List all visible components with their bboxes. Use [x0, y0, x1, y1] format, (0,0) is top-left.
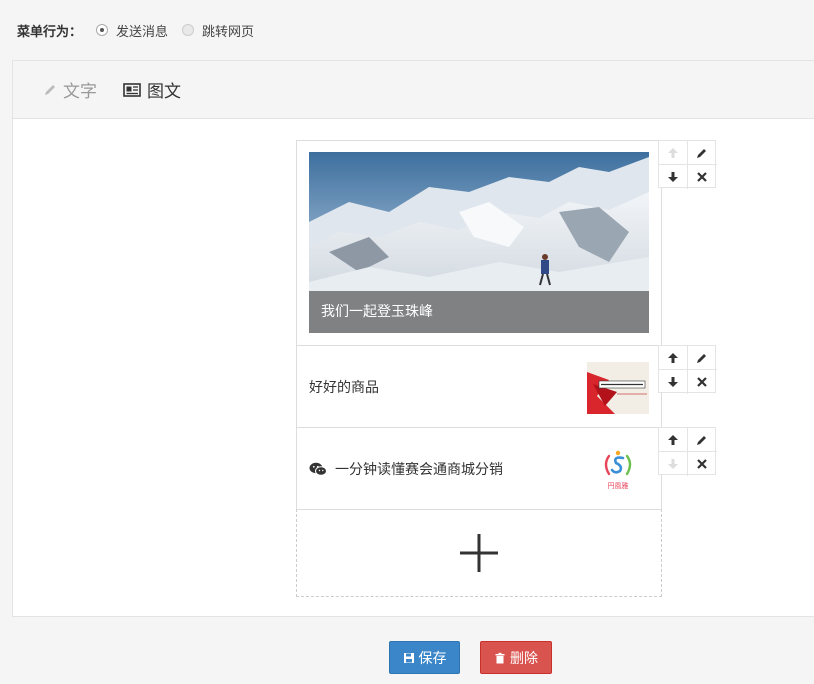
article-controls	[658, 345, 717, 394]
floppy-disk-icon	[403, 652, 414, 663]
save-button[interactable]: 保存	[389, 641, 460, 674]
article-item-title: 好好的商品	[309, 346, 379, 427]
edit-button[interactable]	[688, 346, 716, 369]
arrow-down-icon	[668, 171, 678, 182]
plus-icon	[460, 534, 498, 572]
trash-icon	[495, 652, 505, 663]
article-cover-image: 我们一起登玉珠峰	[309, 152, 649, 333]
pencil-icon	[45, 84, 55, 95]
arrow-down-icon	[668, 376, 678, 387]
arrow-down-icon	[668, 458, 678, 469]
radio-send-message[interactable]: 发送消息	[96, 21, 168, 40]
arrow-up-icon	[668, 434, 678, 445]
close-icon	[697, 376, 707, 387]
editor-panel: 文字 图文 我们一起登玉珠峰 好好的商品 一分钟读懂赛会通商城分销 円風雅	[12, 60, 814, 617]
message-type-tabs: 文字 图文	[13, 61, 814, 119]
radio-jump-webpage-label: 跳转网页	[202, 24, 255, 40]
menu-action-row: 菜单行为： 发送消息 跳转网页	[0, 0, 814, 60]
thumbnail-caption: 円風雅	[608, 481, 629, 490]
tab-text-label: 文字	[63, 82, 97, 102]
close-icon	[697, 458, 707, 469]
footer-actions: 保存 删除	[0, 617, 814, 684]
radio-checked-icon	[96, 24, 109, 36]
article-item-title-text: 一分钟读懂赛会通商城分销	[335, 461, 503, 478]
move-down-button[interactable]	[659, 370, 687, 393]
newspaper-icon	[123, 82, 141, 97]
wechat-icon	[309, 462, 327, 476]
radio-jump-webpage[interactable]: 跳转网页	[182, 21, 254, 40]
article-item-title: 一分钟读懂赛会通商城分销	[309, 428, 503, 509]
edit-button[interactable]	[688, 428, 716, 451]
close-icon	[697, 171, 707, 182]
pencil-icon	[697, 435, 706, 445]
article-thumbnail	[587, 362, 649, 414]
pencil-icon	[697, 148, 706, 158]
delete-item-button[interactable]	[688, 370, 716, 393]
move-down-button[interactable]	[659, 452, 687, 475]
article-item-title-text: 好好的商品	[309, 379, 379, 396]
menu-action-label: 菜单行为：	[17, 24, 83, 40]
delete-button[interactable]: 删除	[480, 641, 552, 674]
article-thumbnail: 円風雅	[587, 444, 649, 496]
arrow-up-icon	[668, 147, 678, 158]
add-article-button[interactable]	[296, 509, 662, 597]
arrow-up-icon	[668, 352, 678, 363]
news-editor: 我们一起登玉珠峰 好好的商品 一分钟读懂赛会通商城分销 円風雅	[296, 140, 662, 597]
delete-button-label: 删除	[510, 650, 538, 667]
pencil-icon	[697, 353, 706, 363]
tab-news[interactable]: 图文	[123, 77, 181, 102]
article-cover-card[interactable]: 我们一起登玉珠峰	[296, 140, 662, 346]
article-item[interactable]: 一分钟读懂赛会通商城分销 円風雅	[296, 427, 662, 510]
move-up-button[interactable]	[659, 346, 687, 369]
radio-send-message-label: 发送消息	[116, 24, 169, 40]
article-cover-title: 我们一起登玉珠峰	[309, 291, 649, 333]
move-up-button[interactable]	[659, 428, 687, 451]
article-item[interactable]: 好好的商品	[296, 345, 662, 428]
delete-item-button[interactable]	[688, 452, 716, 475]
move-up-button[interactable]	[659, 141, 687, 164]
save-button-label: 保存	[418, 650, 447, 667]
delete-item-button[interactable]	[688, 165, 716, 188]
article-controls	[658, 427, 717, 476]
tab-text[interactable]: 文字	[43, 77, 97, 102]
article-controls	[658, 140, 717, 189]
tab-news-label: 图文	[147, 82, 181, 102]
edit-button[interactable]	[688, 141, 716, 164]
radio-unchecked-icon	[182, 24, 195, 36]
move-down-button[interactable]	[659, 165, 687, 188]
